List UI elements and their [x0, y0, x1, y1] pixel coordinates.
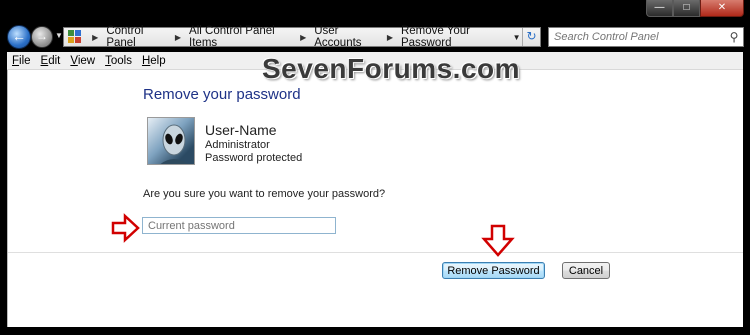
breadcrumb-control-panel[interactable]: Control Panel — [106, 25, 169, 49]
current-password-input[interactable] — [142, 217, 336, 234]
breadcrumb-separator-icon[interactable]: ▶ — [92, 33, 98, 42]
control-panel-icon — [67, 30, 83, 44]
search-input[interactable] — [549, 28, 725, 46]
confirm-question: Are you sure you want to remove your pas… — [143, 188, 386, 200]
breadcrumb-user-accounts[interactable]: User Accounts — [314, 25, 381, 49]
search-icon[interactable]: ⚲ — [725, 30, 743, 44]
breadcrumb-separator-icon[interactable]: ▶ — [175, 33, 181, 42]
divider — [8, 252, 744, 253]
recent-pages-dropdown-icon[interactable]: ▼ — [55, 31, 63, 40]
menu-edit[interactable]: Edit — [36, 55, 66, 67]
breadcrumb-separator-icon[interactable]: ▶ — [387, 33, 393, 42]
menu-tools[interactable]: Tools — [100, 55, 137, 67]
breadcrumb-all-control-panel-items[interactable]: All Control Panel Items — [189, 25, 294, 49]
control-panel-window: — □ ✕ ← → ▼ ▶ Control Panel ▶ All Contro… — [0, 0, 750, 335]
refresh-icon[interactable]: ↻ — [521, 28, 540, 46]
user-name: User-Name — [205, 122, 277, 138]
remove-password-button[interactable]: Remove Password — [442, 262, 545, 279]
caption-buttons: — □ ✕ — [646, 0, 744, 17]
menu-view[interactable]: View — [65, 55, 100, 67]
content-pane: SevenForums.com Remove your password Use… — [7, 53, 744, 327]
window-frame-bottom — [0, 327, 750, 335]
user-role: Administrator — [205, 139, 270, 151]
page-title: Remove your password — [143, 86, 301, 103]
user-avatar — [147, 117, 195, 165]
navigation-bar: ← → ▼ ▶ Control Panel ▶ All Control Pane… — [0, 24, 750, 52]
annotation-arrow-down-icon — [481, 224, 515, 257]
minimize-button[interactable]: — — [646, 0, 673, 17]
address-dropdown-icon[interactable]: ▼ — [511, 33, 522, 42]
window-frame-right — [743, 52, 750, 335]
maximize-button[interactable]: □ — [673, 0, 700, 17]
forward-arrow-icon[interactable]: → — [31, 26, 53, 48]
annotation-arrow-right-icon — [111, 213, 140, 243]
watermark: SevenForums.com — [262, 53, 521, 84]
breadcrumb-separator-icon[interactable]: ▶ — [300, 33, 306, 42]
close-button[interactable]: ✕ — [700, 0, 744, 17]
user-password-status: Password protected — [205, 152, 303, 164]
menu-file[interactable]: File — [7, 55, 36, 67]
breadcrumb-remove-your-password[interactable]: Remove Your Password — [401, 25, 511, 49]
search-box[interactable]: ⚲ — [548, 27, 744, 47]
window-frame-left — [0, 52, 7, 335]
back-arrow-icon[interactable]: ← — [7, 25, 31, 49]
title-bar: — □ ✕ — [0, 0, 750, 24]
menu-help[interactable]: Help — [137, 55, 171, 67]
cancel-button[interactable]: Cancel — [562, 262, 610, 279]
address-bar[interactable]: ▶ Control Panel ▶ All Control Panel Item… — [63, 25, 541, 49]
